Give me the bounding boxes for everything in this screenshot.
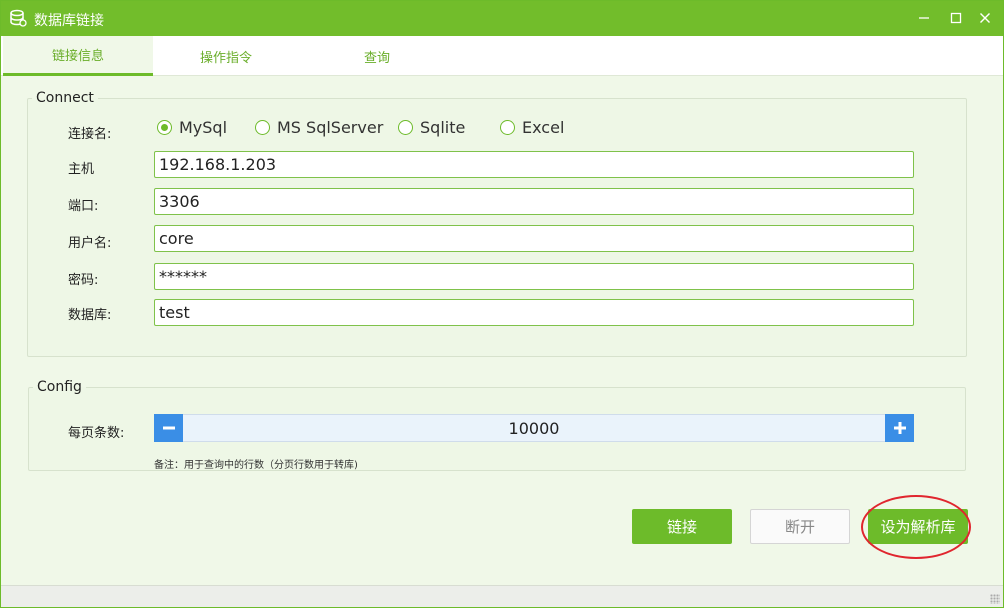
- set-parse-db-button[interactable]: 设为解析库: [868, 509, 968, 544]
- tab-commands[interactable]: 操作指令: [151, 36, 301, 76]
- maximize-button[interactable]: [942, 5, 970, 31]
- host-input[interactable]: [154, 151, 914, 178]
- password-input[interactable]: [154, 263, 914, 290]
- username-input[interactable]: [154, 225, 914, 252]
- page-size-label: 每页条数:: [68, 426, 125, 441]
- radio-circle: [398, 120, 413, 135]
- radio-circle: [157, 120, 172, 135]
- password-label: 密码:: [68, 273, 99, 288]
- port-label: 端口:: [68, 199, 99, 214]
- database-label: 数据库:: [68, 308, 112, 323]
- radio-mysql[interactable]: MySql: [157, 118, 227, 137]
- tab-bar: 链接信息 操作指令 查询: [1, 36, 1003, 76]
- minus-icon: [162, 426, 175, 430]
- username-label: 用户名:: [68, 236, 112, 251]
- database-input[interactable]: [154, 299, 914, 326]
- page-size-stepper: 10000: [154, 414, 914, 442]
- resize-grip[interactable]: [990, 594, 1000, 604]
- radio-excel[interactable]: Excel: [500, 118, 564, 137]
- plus-icon: [893, 422, 906, 434]
- window-title: 数据库链接: [34, 13, 104, 29]
- minimize-button[interactable]: [910, 5, 938, 31]
- tab-connection-info[interactable]: 链接信息: [3, 36, 153, 76]
- increment-button[interactable]: [885, 414, 914, 442]
- database-connection-window: 数据库链接 链接信息 操作指令 查询 Connect 连接名: MySql MS…: [0, 0, 1004, 608]
- disconnect-button[interactable]: 断开: [750, 509, 850, 544]
- decrement-button[interactable]: [154, 414, 183, 442]
- minimize-icon: [919, 17, 929, 19]
- db-type-label: 连接名:: [68, 127, 112, 142]
- database-icon: [9, 9, 27, 27]
- page-size-note: 备注：用于查询中的行数（分页行数用于转库): [154, 460, 358, 471]
- radio-circle: [500, 120, 515, 135]
- connect-legend: Connect: [36, 90, 94, 106]
- radio-circle: [255, 120, 270, 135]
- close-icon: [980, 13, 990, 23]
- config-legend: Config: [37, 379, 82, 395]
- status-bar: [1, 585, 1003, 607]
- tab-query[interactable]: 查询: [302, 36, 452, 76]
- radio-sqlite[interactable]: Sqlite: [398, 118, 465, 137]
- page-size-value[interactable]: 10000: [184, 415, 884, 441]
- close-button[interactable]: [971, 5, 999, 31]
- connect-button[interactable]: 链接: [632, 509, 732, 544]
- radio-mssqlserver[interactable]: MS SqlServer: [255, 118, 383, 137]
- title-bar[interactable]: 数据库链接: [1, 1, 1003, 36]
- host-label: 主机: [68, 162, 95, 177]
- maximize-icon: [950, 12, 962, 24]
- port-input[interactable]: [154, 188, 914, 215]
